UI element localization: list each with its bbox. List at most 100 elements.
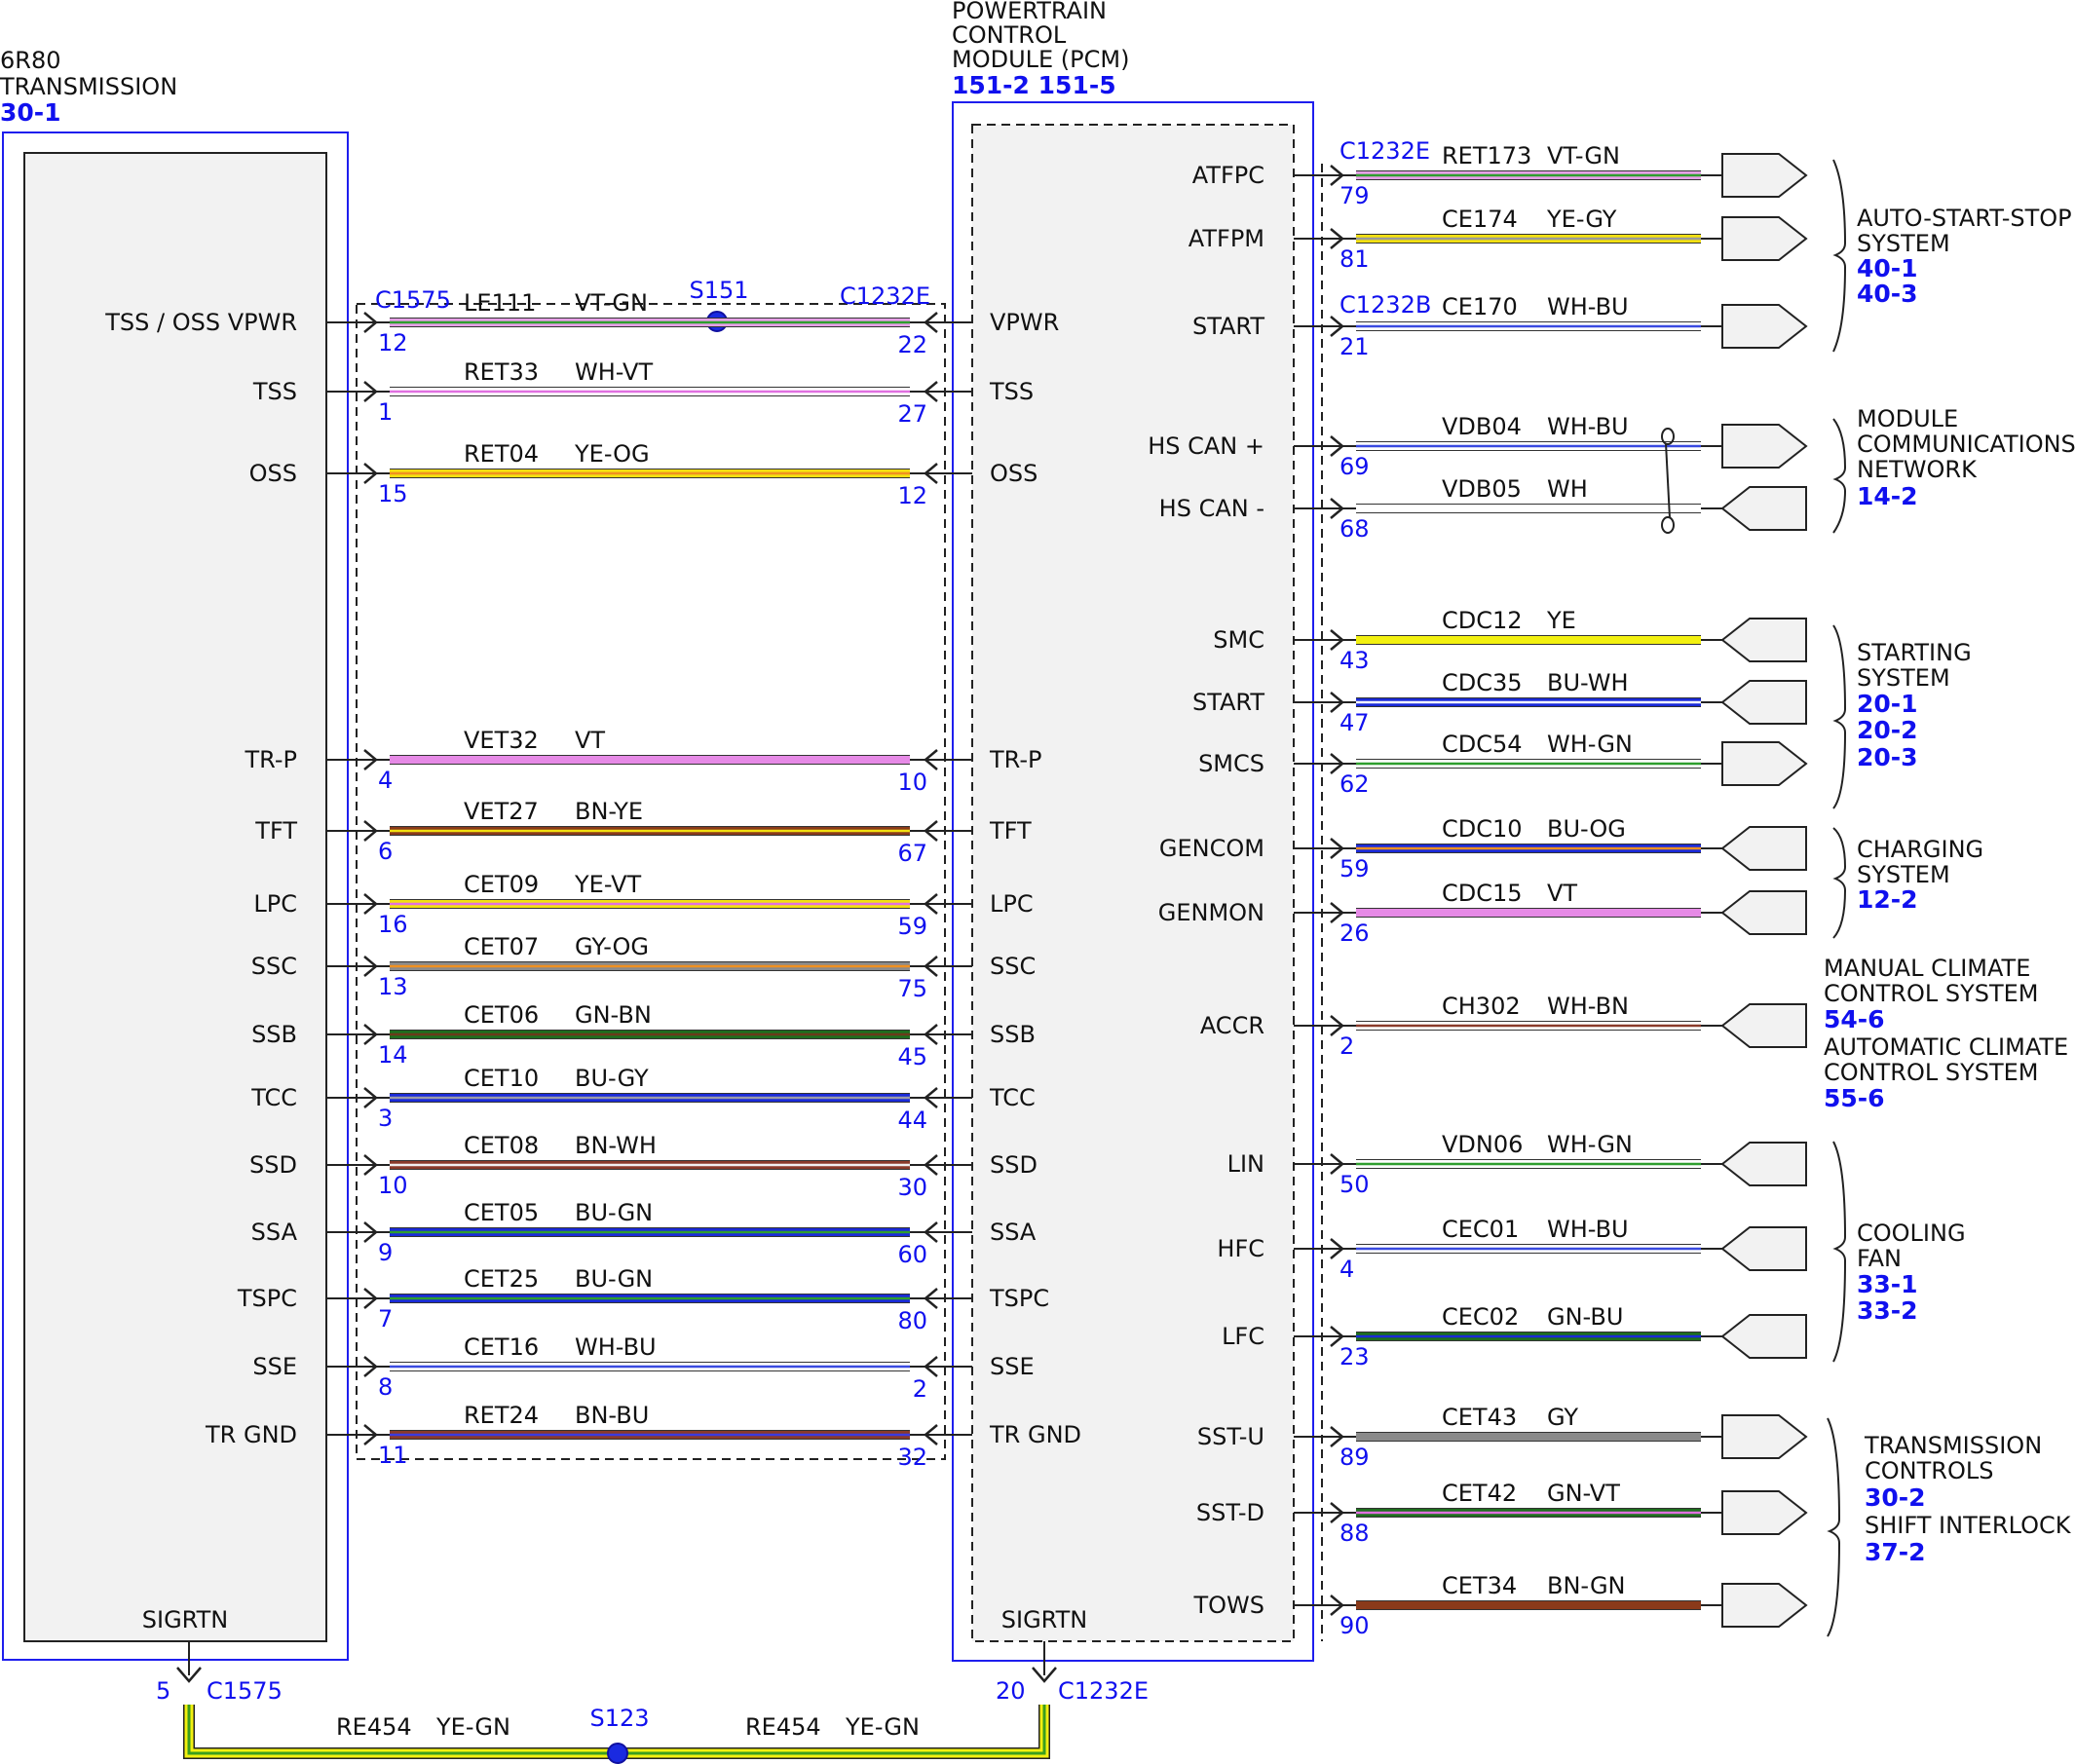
wire-color-code: BU-GN <box>575 1199 653 1226</box>
signal-in-arrow-icon[interactable] <box>1720 1142 1807 1186</box>
wire-color-code: BN-BU <box>575 1402 649 1429</box>
system-page-ref[interactable]: 12-2 <box>1857 885 1918 914</box>
wire-color-code: WH-GN <box>1547 1131 1633 1158</box>
transmission-name-line-1: 6R80 <box>0 47 60 74</box>
transmission-pin-number: 8 <box>378 1373 393 1401</box>
pcm-page-ref[interactable]: 151-2 151-5 <box>952 71 1116 99</box>
circuit-row: HFC 4 CEC01 WH-BU <box>1217 1216 1807 1283</box>
circuit-row: TFT TFT 6 67 VET27 BN-YE <box>254 798 1032 867</box>
pcm-sigrtn-label: SIGRTN <box>1001 1606 1087 1633</box>
pcm-pin-number: 43 <box>1339 647 1370 674</box>
signal-in-arrow-icon[interactable] <box>1720 1226 1807 1271</box>
signal-in-arrow-icon[interactable] <box>1720 1003 1807 1048</box>
circuit-row: TSS TSS 1 27 RET33 WH-VT <box>252 358 1034 428</box>
signal-in-arrow-icon[interactable] <box>1720 486 1807 531</box>
transmission-pin-label: TSS <box>252 378 297 405</box>
splice-s123-label: S123 <box>589 1705 649 1732</box>
pcm-pin-label: HS CAN - <box>1159 495 1264 522</box>
signal-out-arrow-icon[interactable] <box>1721 304 1808 349</box>
circuit-row: TR GND TR GND 11 32 RET24 BN-BU <box>205 1402 1081 1471</box>
signal-in-arrow-icon[interactable] <box>1720 618 1807 662</box>
pcm-pin-number: 60 <box>897 1241 927 1268</box>
circuit-id: VET32 <box>464 727 539 754</box>
wire-color-code: WH-GN <box>1547 731 1633 758</box>
brace-auto-start-stop <box>1832 159 1847 353</box>
circuit-row: LFC 23 CEC02 GN-BU <box>1222 1303 1807 1370</box>
wire-color-code: YE-VT <box>574 871 641 898</box>
pcm-pin-number: 23 <box>1339 1343 1370 1370</box>
wire-color-code: BU-OG <box>1547 815 1626 843</box>
system-page-ref[interactable]: 20-2 <box>1857 716 1918 744</box>
pcm-pin-number: 44 <box>897 1107 927 1134</box>
wire-color-code: VT-GN <box>575 289 648 317</box>
circuit-id: LE111 <box>464 289 536 317</box>
pcm-pin-label: SMC <box>1213 626 1264 654</box>
system-page-ref[interactable]: 20-3 <box>1857 743 1918 771</box>
system-page-ref[interactable]: 40-1 <box>1857 254 1918 282</box>
transmission-page-ref[interactable]: 30-1 <box>0 98 61 127</box>
pcm-pin-label: HFC <box>1217 1235 1264 1262</box>
system-page-ref[interactable]: 33-1 <box>1857 1270 1918 1298</box>
pcm-pin-label: SMCS <box>1198 750 1264 777</box>
pcm-pin-label: TOWS <box>1192 1592 1264 1619</box>
pcm-pin-number: 2 <box>1339 1032 1354 1060</box>
pcm-pin-label: SSD <box>990 1151 1038 1179</box>
signal-in-arrow-icon[interactable] <box>1720 1314 1807 1359</box>
system-label: MODULE <box>1857 405 1958 432</box>
pcm-pin-label: GENCOM <box>1159 835 1264 862</box>
signal-out-arrow-icon[interactable] <box>1721 1414 1808 1459</box>
circuit-row: LPC LPC 16 59 CET09 YE-VT <box>253 871 1033 940</box>
signal-out-arrow-icon[interactable] <box>1721 153 1808 198</box>
transmission-name-line-2: TRANSMISSION <box>0 73 177 100</box>
signal-out-arrow-icon[interactable] <box>1721 424 1808 469</box>
signal-in-arrow-icon[interactable] <box>1720 826 1807 871</box>
system-label: AUTOMATIC CLIMATE <box>1824 1033 2068 1061</box>
signal-in-arrow-icon[interactable] <box>1720 890 1807 935</box>
wire-color-code: YE-GY <box>1546 206 1617 233</box>
system-page-ref[interactable]: 55-6 <box>1824 1084 1885 1112</box>
signal-out-arrow-icon[interactable] <box>1721 741 1808 786</box>
signal-in-arrow-icon[interactable] <box>1720 680 1807 725</box>
system-page-ref[interactable]: 14-2 <box>1857 482 1918 510</box>
circuit-row: SSB SSB 14 45 CET06 GN-BN <box>251 1001 1036 1070</box>
system-page-ref[interactable]: 37-2 <box>1865 1538 1926 1566</box>
system-page-ref[interactable]: 30-2 <box>1865 1483 1926 1512</box>
circuit-id: CEC01 <box>1442 1216 1519 1243</box>
pcm-pin-number: 32 <box>897 1444 927 1471</box>
pcm-pin-number: 10 <box>897 769 927 796</box>
wire-color-code: GN-BU <box>1547 1303 1623 1331</box>
signal-out-arrow-icon[interactable] <box>1721 216 1808 261</box>
pcm-pin-number: 90 <box>1339 1612 1370 1639</box>
splice-s151-label: S151 <box>689 277 748 304</box>
circuit-id: CDC35 <box>1442 669 1523 696</box>
transmission-pin-number: 9 <box>378 1239 393 1266</box>
signal-out-arrow-icon[interactable] <box>1721 1583 1808 1628</box>
circuit-id: CET06 <box>464 1001 539 1029</box>
transmission-pin-number: 10 <box>378 1172 408 1199</box>
transmission-pin-label: SSE <box>252 1353 297 1380</box>
pcm-pin-label: SSA <box>990 1219 1037 1246</box>
system-page-ref[interactable]: 33-2 <box>1857 1296 1918 1325</box>
system-page-ref[interactable]: 54-6 <box>1824 1005 1885 1033</box>
system-label: COMMUNICATIONS <box>1857 431 2075 458</box>
pcm-pin-label: TCC <box>989 1084 1036 1111</box>
c1232e-right-connector-label: C1232E <box>1339 137 1430 165</box>
wire-color-code: YE-OG <box>574 440 650 468</box>
circuit-id: CET05 <box>464 1199 539 1226</box>
pcm-body <box>971 124 1295 1642</box>
system-page-ref[interactable]: 20-1 <box>1857 690 1918 718</box>
pcm-pin-label: GENMON <box>1158 899 1264 926</box>
system-page-ref[interactable]: 40-3 <box>1857 280 1918 308</box>
wire-color-code: WH-BN <box>1547 993 1629 1020</box>
circuit-id: VET27 <box>464 798 539 825</box>
transmission-pin-label: SSD <box>249 1151 297 1179</box>
pcm-pin-label: SST-D <box>1196 1499 1264 1526</box>
splice-s123[interactable] <box>607 1743 628 1764</box>
transmission-pin-number: 1 <box>378 398 393 426</box>
signal-out-arrow-icon[interactable] <box>1721 1490 1808 1535</box>
system-label: AUTO-START-STOP <box>1857 205 2072 232</box>
circuit-id: CE170 <box>1442 293 1518 320</box>
wire-color-code: VT <box>1547 880 1577 907</box>
wire-color-code: BU-GN <box>575 1265 653 1293</box>
ground-circuit-left: RE454 <box>336 1713 412 1741</box>
